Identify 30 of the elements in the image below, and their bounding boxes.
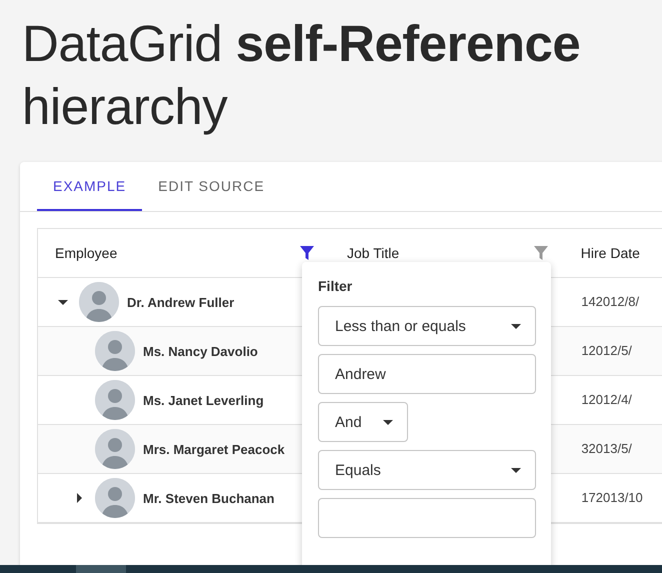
employee-name: Mrs. Margaret Peacock [143,442,285,456]
avatar-icon [79,282,119,322]
filter-dropdown[interactable]: And [318,402,408,442]
filter-dropdown[interactable]: Equals [318,450,536,490]
page-title: DataGrid self-Reference hierarchy [21,14,582,137]
column-header[interactable]: Employee [55,245,118,261]
horizontal-scrollbar[interactable] [0,565,662,573]
avatar-icon [95,331,135,371]
hire-date: 172013/10 [580,490,643,505]
employee-name: Ms. Nancy Davolio [143,344,258,358]
filter-dropdown[interactable]: Less than or equals [318,306,536,346]
filter-input[interactable] [318,498,536,538]
avatar-icon [95,478,135,518]
hire-date: 32013/5/ [580,441,632,456]
hire-date: 12012/4/ [580,392,632,407]
filter-title: Filter [318,278,352,294]
tab[interactable]: EXAMPLE [37,162,142,211]
column-header[interactable]: Job Title [347,245,400,261]
filter-input[interactable]: Andrew [318,354,536,394]
employee-name: Dr. Andrew Fuller [127,294,234,310]
avatar-icon [95,380,135,420]
employee-name: Ms. Janet Leverling [143,392,264,408]
caret-icon [511,468,521,472]
tab[interactable]: EDIT SOURCE [142,162,281,211]
filter-icon[interactable] [300,245,314,261]
employee-name: Mr. Steven Buchanan [143,490,274,506]
column-header[interactable]: Hire Date [580,245,640,261]
hire-date: 12012/5/ [580,343,632,358]
avatar-icon [95,429,135,469]
hire-date: 142012/8/ [580,294,640,309]
